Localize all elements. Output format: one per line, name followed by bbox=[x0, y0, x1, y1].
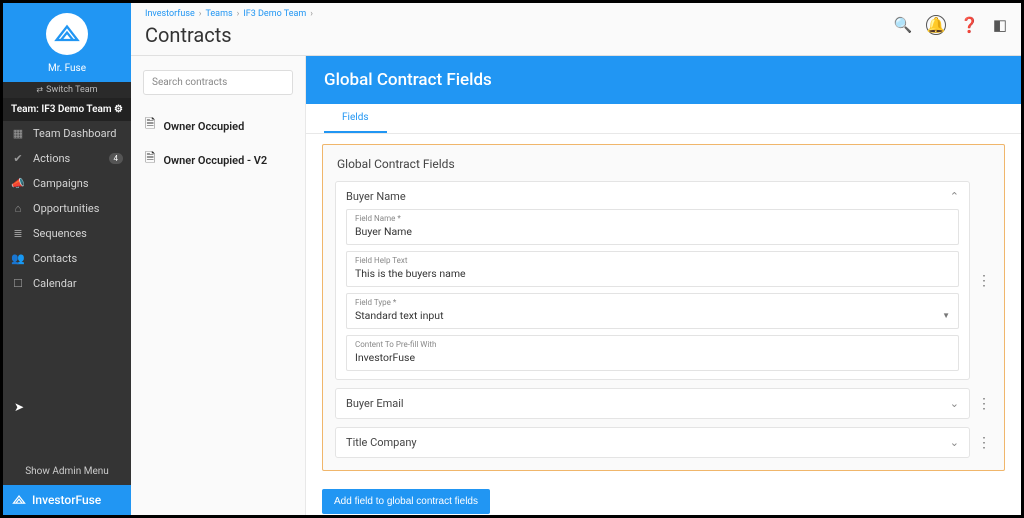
help-icon[interactable]: ❓ bbox=[960, 16, 979, 34]
field-card-expanded: Buyer Name ⌃ Field Name * Buyer Name Fie… bbox=[335, 181, 970, 380]
field-card-title: Buyer Name bbox=[346, 190, 406, 203]
form-value: This is the buyers name bbox=[355, 267, 950, 280]
sidebar-item-label: Contacts bbox=[33, 252, 123, 265]
add-field-button[interactable]: Add field to global contract fields bbox=[322, 489, 490, 514]
show-admin-menu[interactable]: Show Admin Menu bbox=[3, 458, 131, 485]
sidebar-nav: ▦ Team Dashboard ✔ Actions 4 📣 Campaigns… bbox=[3, 121, 131, 458]
team-label: Team: IF3 Demo Team bbox=[11, 104, 112, 115]
contract-item[interactable]: 🗎 Owner Occupied bbox=[143, 109, 293, 143]
apps-icon[interactable]: ◧ bbox=[993, 16, 1007, 34]
tabs: Fields bbox=[306, 104, 1021, 134]
chevron-down-icon: ⌄ bbox=[950, 436, 959, 449]
search-contracts-input[interactable]: Search contracts bbox=[143, 70, 293, 95]
contract-label: Owner Occupied - V2 bbox=[163, 154, 267, 167]
field-card-title: Buyer Email bbox=[346, 397, 404, 410]
document-icon: 🗎 bbox=[145, 149, 155, 171]
field-card-title: Title Company bbox=[346, 436, 417, 449]
sidebar-item-label: Sequences bbox=[33, 227, 123, 240]
megaphone-icon: 📣 bbox=[11, 177, 25, 190]
sidebar: Mr. Fuse Switch Team Team: IF3 Demo Team… bbox=[3, 3, 131, 515]
user-name[interactable]: Mr. Fuse bbox=[48, 63, 86, 74]
form-label: Content To Pre-fill With bbox=[355, 340, 950, 349]
field-menu-icon[interactable]: ⋮ bbox=[976, 388, 992, 419]
main: Investorfuse› Teams› IF3 Demo Team› Cont… bbox=[131, 3, 1021, 515]
sidebar-item-actions[interactable]: ✔ Actions 4 bbox=[3, 146, 131, 171]
sidebar-item-dashboard[interactable]: ▦ Team Dashboard bbox=[3, 121, 131, 146]
form-field-help[interactable]: Field Help Text This is the buyers name bbox=[346, 251, 959, 287]
page-header: Investorfuse› Teams› IF3 Demo Team› Cont… bbox=[131, 3, 1021, 56]
field-menu-icon[interactable]: ⋮ bbox=[976, 181, 992, 380]
field-card-collapsed[interactable]: Title Company ⌄ bbox=[335, 427, 970, 458]
sidebar-item-label: Actions bbox=[33, 152, 101, 165]
caret-down-icon: ▼ bbox=[942, 311, 950, 320]
breadcrumb: Investorfuse› Teams› IF3 Demo Team› bbox=[145, 5, 313, 19]
crumb-teams[interactable]: Teams bbox=[205, 9, 232, 19]
calendar-icon: ☐ bbox=[11, 277, 25, 290]
form-value: Buyer Name bbox=[355, 225, 950, 238]
sidebar-footer[interactable]: InvestorFuse bbox=[3, 485, 131, 515]
field-menu-icon[interactable]: ⋮ bbox=[976, 427, 992, 458]
document-icon: 🗎 bbox=[145, 115, 155, 137]
crumb-team[interactable]: IF3 Demo Team bbox=[243, 9, 306, 19]
form-label: Field Type * bbox=[355, 298, 950, 307]
page-title: Contracts bbox=[145, 23, 313, 47]
form-field-prefill[interactable]: Content To Pre-fill With InvestorFuse bbox=[346, 335, 959, 371]
notifications-icon[interactable]: 🔔 bbox=[926, 15, 946, 35]
sidebar-header: Mr. Fuse bbox=[3, 3, 131, 82]
crumb-root[interactable]: Investorfuse bbox=[145, 9, 195, 19]
list-icon: ≣ bbox=[11, 227, 25, 240]
form-value: Standard text input bbox=[355, 309, 444, 322]
sidebar-item-label: Team Dashboard bbox=[33, 127, 123, 140]
contracts-list-column: Search contracts 🗎 Owner Occupied 🗎 Owne… bbox=[131, 56, 306, 515]
form-field-name[interactable]: Field Name * Buyer Name bbox=[346, 209, 959, 245]
actions-badge: 4 bbox=[109, 153, 124, 164]
field-card-collapsed[interactable]: Buyer Email ⌄ bbox=[335, 388, 970, 419]
team-row: Team: IF3 Demo Team ⚙ bbox=[3, 98, 131, 121]
switch-team-link[interactable]: Switch Team bbox=[3, 82, 131, 98]
app-logo bbox=[46, 13, 88, 55]
sidebar-item-label: Opportunities bbox=[33, 202, 123, 215]
home-icon: ⌂ bbox=[11, 202, 25, 215]
dashboard-icon: ▦ bbox=[11, 127, 25, 140]
sidebar-item-label: Campaigns bbox=[33, 177, 123, 190]
gear-icon[interactable]: ⚙ bbox=[114, 104, 123, 115]
panel-title: Global Contract Fields bbox=[337, 157, 992, 171]
sidebar-item-contacts[interactable]: 👥 Contacts bbox=[3, 246, 131, 271]
sidebar-item-label: Calendar bbox=[33, 277, 123, 290]
contract-label: Owner Occupied bbox=[163, 120, 244, 133]
contract-item[interactable]: 🗎 Owner Occupied - V2 bbox=[143, 143, 293, 177]
sidebar-item-calendar[interactable]: ☐ Calendar bbox=[3, 271, 131, 296]
form-label: Field Help Text bbox=[355, 256, 950, 265]
chevron-up-icon[interactable]: ⌃ bbox=[950, 190, 959, 203]
chevron-down-icon: ⌄ bbox=[950, 397, 959, 410]
footer-brand: InvestorFuse bbox=[32, 493, 101, 507]
check-icon: ✔ bbox=[11, 152, 25, 165]
sidebar-item-opportunities[interactable]: ⌂ Opportunities bbox=[3, 196, 131, 221]
people-icon: 👥 bbox=[11, 252, 25, 265]
sidebar-item-campaigns[interactable]: 📣 Campaigns bbox=[3, 171, 131, 196]
content-banner: Global Contract Fields bbox=[306, 56, 1021, 104]
global-fields-panel: Global Contract Fields Buyer Name ⌃ Fiel… bbox=[322, 144, 1005, 471]
form-field-type[interactable]: Field Type * Standard text input ▼ bbox=[346, 293, 959, 329]
sidebar-item-sequences[interactable]: ≣ Sequences bbox=[3, 221, 131, 246]
search-icon[interactable]: 🔍 bbox=[893, 16, 912, 34]
content-column: Global Contract Fields Fields Global Con… bbox=[306, 56, 1021, 515]
form-label: Field Name * bbox=[355, 214, 950, 223]
tab-fields[interactable]: Fields bbox=[324, 104, 387, 133]
form-value: InvestorFuse bbox=[355, 351, 950, 364]
header-icons: 🔍 🔔 ❓ ◧ bbox=[893, 5, 1007, 35]
